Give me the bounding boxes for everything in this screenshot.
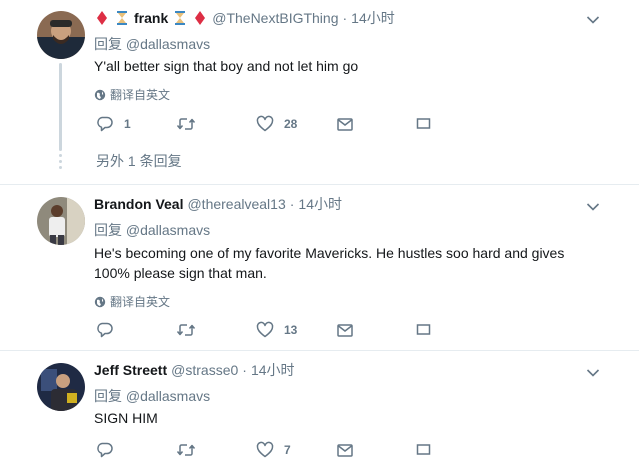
separator-dot: · xyxy=(242,362,247,378)
display-name[interactable]: Jeff Streett xyxy=(94,362,167,378)
tweet-header: frank @TheNextBIGThing · 14小时 xyxy=(94,9,395,27)
tweet-text: He's becoming one of my favorite Maveric… xyxy=(94,245,565,281)
share-icon xyxy=(416,118,431,129)
hourglass-icon xyxy=(172,10,188,26)
message-icon xyxy=(337,324,353,337)
chevron-down-icon[interactable] xyxy=(586,365,600,377)
tweet-frank[interactable]: frank @TheNextBIGThing · 14小时 回复 @dallas… xyxy=(0,0,639,184)
thread-dots xyxy=(58,154,63,172)
hourglass-icon xyxy=(114,10,130,26)
replying-to: 回复 @dallasmavs xyxy=(94,386,210,406)
tweet-text: Y'all better sign that boy and not let h… xyxy=(94,58,359,74)
avatar[interactable] xyxy=(37,363,85,411)
direct-message-button[interactable] xyxy=(336,320,354,340)
chevron-down-icon[interactable] xyxy=(586,199,600,211)
reply-count: 1 xyxy=(124,117,131,131)
direct-message-button[interactable] xyxy=(336,440,354,460)
translate-link[interactable]: 翻译自英文 xyxy=(94,293,170,310)
tweet-actions: 1 28 xyxy=(96,114,456,134)
reply-button[interactable] xyxy=(96,440,114,460)
translate-link[interactable]: 翻译自英文 xyxy=(94,86,170,103)
more-replies-link[interactable]: 另外 1 条回复 xyxy=(96,151,182,171)
display-name[interactable]: Brandon Veal xyxy=(94,196,183,212)
message-icon xyxy=(337,444,353,457)
reply-prefix: 回复 xyxy=(94,222,122,238)
like-button[interactable]: 13 xyxy=(256,320,297,340)
like-button[interactable]: 7 xyxy=(256,440,291,460)
translate-label: 翻译自英文 xyxy=(110,88,171,102)
tweet-brandon-veal[interactable]: Brandon Veal @therealveal13 · 14小时 回复 @d… xyxy=(0,185,639,350)
retweet-button[interactable] xyxy=(176,320,196,340)
thread-line xyxy=(59,63,62,151)
reply-prefix: 回复 xyxy=(94,388,122,404)
translate-label: 翻译自英文 xyxy=(110,295,171,309)
retweet-button[interactable] xyxy=(176,114,196,134)
tweet-actions: 7 xyxy=(96,440,456,460)
retweet-button[interactable] xyxy=(176,440,196,460)
reply-button[interactable] xyxy=(96,320,114,340)
replying-to: 回复 @dallasmavs xyxy=(94,34,210,54)
share-button[interactable] xyxy=(416,114,432,134)
direct-message-button[interactable] xyxy=(336,114,354,134)
red-diamond-icon xyxy=(192,10,208,26)
replying-to: 回复 @dallasmavs xyxy=(94,220,210,240)
tweet-jeff-streett[interactable]: Jeff Streett @strasse0 · 14小时 回复 @dallas… xyxy=(0,351,639,468)
tweet-header: Jeff Streett @strasse0 · 14小时 xyxy=(94,361,295,379)
tweet-text: SIGN HIM xyxy=(94,410,158,426)
reply-handle-link[interactable]: @dallasmavs xyxy=(126,222,210,238)
like-icon xyxy=(256,115,274,132)
timestamp[interactable]: 14小时 xyxy=(251,360,295,380)
reply-icon xyxy=(97,116,113,132)
reply-handle-link[interactable]: @dallasmavs xyxy=(126,36,210,52)
globe-icon xyxy=(94,89,106,100)
user-handle[interactable]: @TheNextBIGThing xyxy=(212,10,338,26)
user-handle[interactable]: @therealveal13 xyxy=(187,196,285,212)
timestamp[interactable]: 14小时 xyxy=(351,8,395,28)
like-count: 7 xyxy=(284,443,291,457)
chevron-down-icon[interactable] xyxy=(586,12,600,24)
avatar[interactable] xyxy=(37,11,85,59)
share-icon xyxy=(416,444,431,455)
reply-icon xyxy=(97,322,113,338)
tweet-actions: 13 xyxy=(96,320,456,340)
share-icon xyxy=(416,324,431,335)
message-icon xyxy=(337,118,353,131)
timestamp[interactable]: 14小时 xyxy=(298,194,342,214)
reply-prefix: 回复 xyxy=(94,36,122,52)
separator-dot: · xyxy=(342,10,348,26)
retweet-icon xyxy=(176,444,196,456)
retweet-icon xyxy=(176,324,196,336)
like-button[interactable]: 28 xyxy=(256,114,297,134)
like-count: 13 xyxy=(284,323,298,337)
red-diamond-icon xyxy=(94,10,110,26)
share-button[interactable] xyxy=(416,440,432,460)
display-name[interactable]: frank xyxy=(134,10,168,26)
tweet-header: Brandon Veal @therealveal13 · 14小时 xyxy=(94,195,342,213)
avatar[interactable] xyxy=(37,197,85,245)
separator-dot: · xyxy=(289,196,295,212)
reply-icon xyxy=(97,442,113,458)
like-icon xyxy=(256,321,274,338)
like-count: 28 xyxy=(284,117,298,131)
share-button[interactable] xyxy=(416,320,432,340)
reply-button[interactable]: 1 xyxy=(96,114,131,134)
retweet-icon xyxy=(176,118,196,130)
reply-handle-link[interactable]: @dallasmavs xyxy=(126,388,210,404)
user-handle[interactable]: @strasse0 xyxy=(171,362,238,378)
like-icon xyxy=(256,441,274,458)
globe-icon xyxy=(94,296,106,307)
